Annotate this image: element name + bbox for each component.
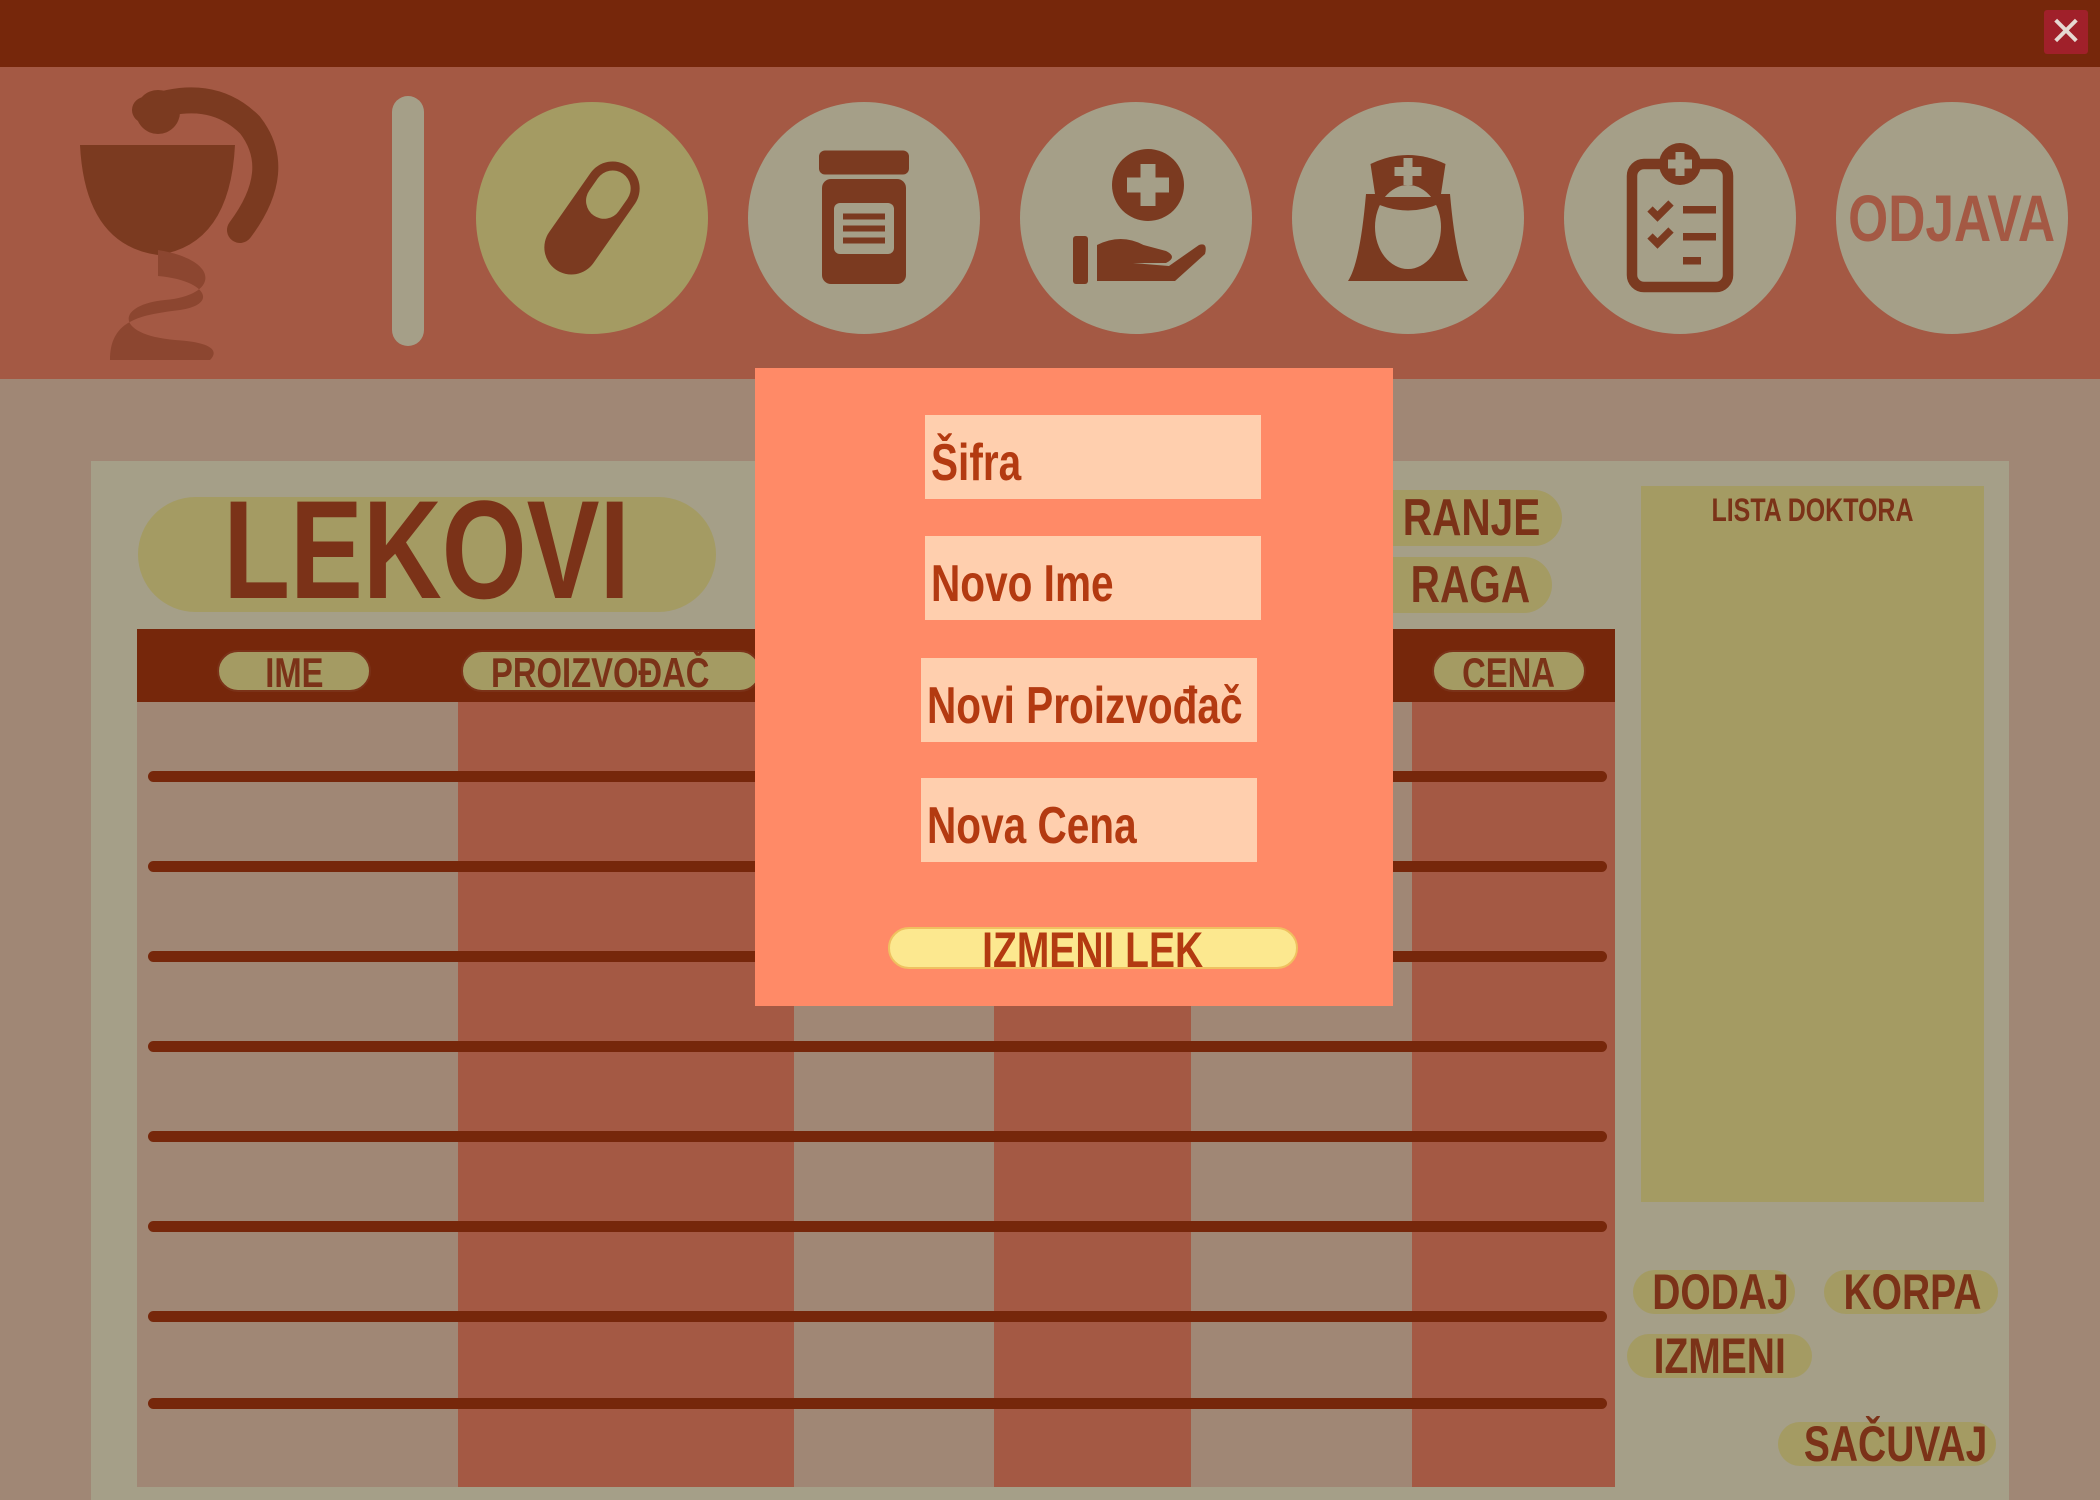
column-header-manufacturer-label: PROIZVOĐAČ [491,650,710,692]
table-column [137,702,458,1487]
doctors-list-title-text: LISTA DOKTORA [1711,492,1914,528]
nav-medicines-button[interactable] [476,102,708,334]
column-header-name-label: IME [264,650,324,692]
save-button[interactable]: SAČUVAJ [1778,1416,1996,1472]
edit-medicine-submit-label: IZMENI LEK [982,927,1204,969]
new-name-field-placeholder: Novo Ime [931,555,1114,613]
edit-button[interactable]: IZMENI [1627,1328,1812,1384]
new-manufacturer-field-placeholder: Novi Proizvođač [927,677,1243,735]
table-row[interactable] [148,1131,1607,1142]
new-price-field[interactable]: Nova Cena [921,778,1257,862]
pill-icon [544,161,640,275]
medicine-jar-icon [819,150,909,284]
new-price-field-placeholder: Nova Cena [927,797,1137,855]
table-row[interactable] [148,1398,1607,1409]
nav-storage-button[interactable] [748,102,980,334]
code-field-placeholder: Šifra [931,434,1022,492]
search-label: RAGA [1410,556,1530,614]
nav-nurse-button[interactable] [1292,102,1524,334]
new-name-field[interactable]: Novo Ime [925,536,1261,620]
table-column [1412,702,1615,1487]
add-button-label: DODAJ [1652,1264,1789,1320]
close-icon[interactable]: ✕ [2044,10,2088,54]
table-row[interactable] [148,1221,1607,1232]
table-row[interactable] [148,1041,1607,1052]
logout-button[interactable]: ODJAVA [1836,102,2068,334]
table-row[interactable] [148,1311,1607,1322]
logout-label: ODJAVA [1848,181,2056,255]
table-column [458,702,794,1487]
save-button-label: SAČUVAJ [1803,1416,1988,1472]
add-button[interactable]: DODAJ [1633,1264,1795,1320]
bowl-of-hygieia-icon [70,80,310,360]
edit-medicine-submit-button[interactable]: IZMENI LEK [888,927,1298,969]
hand-medical-cross-icon [1073,149,1206,284]
column-header-price-label: CENA [1462,650,1556,692]
doctors-list-title: LISTA DOKTORA [1641,492,1984,529]
sort-label: RANJE [1402,489,1540,547]
column-header-name[interactable]: IME [217,650,371,692]
nav-doctors-button[interactable] [1020,102,1252,334]
nav-reports-button[interactable] [1564,102,1796,334]
medical-clipboard-icon [1626,143,1734,293]
title-bar [0,0,2100,67]
nurse-icon [1348,155,1468,281]
new-manufacturer-field[interactable]: Novi Proizvođač [921,658,1257,742]
column-header-manufacturer[interactable]: PROIZVOĐAČ [461,650,761,692]
column-header-price[interactable]: CENA [1432,650,1586,692]
page-title: LEKOVI [138,470,716,630]
doctors-list[interactable] [1641,486,1984,1202]
cart-button-label: KORPA [1843,1264,1982,1320]
edit-button-label: IZMENI [1653,1328,1786,1384]
code-field[interactable]: Šifra [925,415,1261,499]
page-title-text: LEKOVI [223,471,631,628]
cart-button[interactable]: KORPA [1824,1264,1998,1320]
nav-divider [392,96,424,346]
